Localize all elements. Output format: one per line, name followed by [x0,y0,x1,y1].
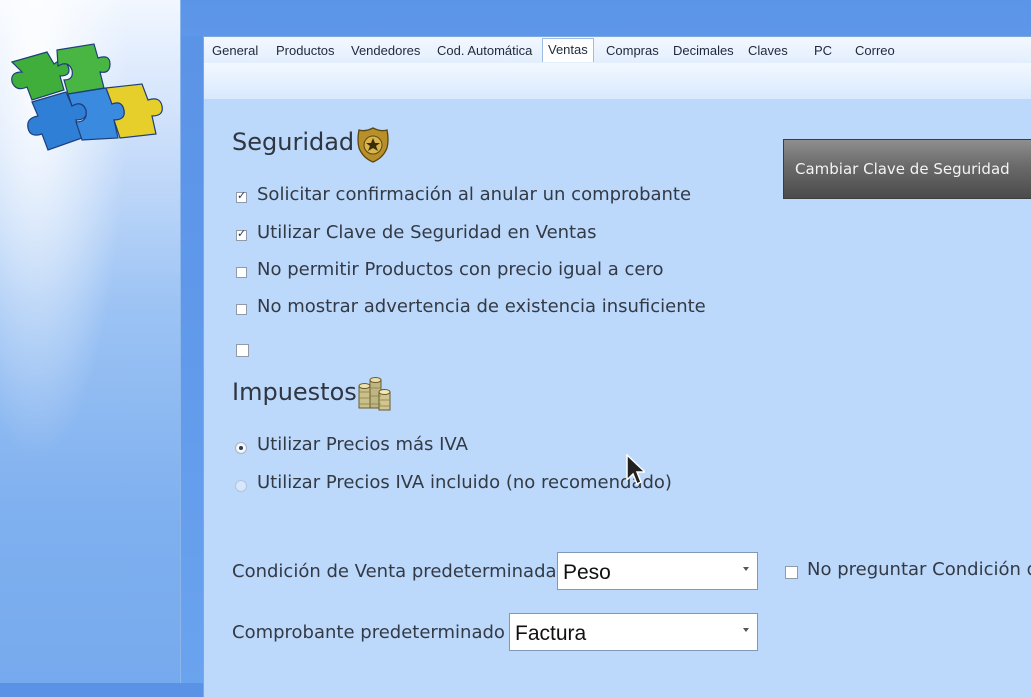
chk-clave-seguridad-ventas[interactable] [236,227,247,241]
chevron-down-icon[interactable] [743,628,749,632]
chevron-down-icon[interactable] [743,567,749,571]
tab-claves[interactable]: Claves [748,43,788,63]
sidebar [0,0,181,683]
puzzle-logo-icon [10,43,163,151]
tab-content-header [204,63,1031,99]
chk-existencia-insuficiente[interactable] [236,304,247,315]
tab-compras[interactable]: Compras [606,43,659,63]
comprobante-select[interactable]: Factura [509,613,758,651]
tab-strip: General Productos Vendedores Cod. Automá… [204,37,1031,64]
tab-vendedores[interactable]: Vendedores [351,43,420,63]
opt-no-preguntar-condicion: No preguntar Condición de [807,559,1031,580]
tab-decimales[interactable]: Decimales [673,43,734,63]
condicion-venta-select[interactable]: Peso [557,552,758,590]
police-badge-icon [357,127,389,163]
tab-general[interactable]: General [212,43,258,63]
opt-existencia-insuficiente: No mostrar advertencia de existencia ins… [257,296,706,317]
chk-no-preguntar-condicion[interactable] [785,566,798,579]
opt-precios-iva-incluido: Utilizar Precios IVA incluido (no recome… [257,472,672,493]
opt-precios-mas-iva: Utilizar Precios más IVA [257,434,468,455]
condicion-venta-label: Condición de Venta predeterminada [232,561,557,582]
chk-confirmar-anular[interactable] [236,189,247,203]
cambiar-clave-button[interactable]: Cambiar Clave de Seguridad [783,139,1031,199]
tab-cod-automatica[interactable]: Cod. Automática [437,43,532,63]
radio-precios-iva-incluido[interactable] [235,480,247,492]
opt-clave-seguridad-ventas: Utilizar Clave de Seguridad en Ventas [257,222,597,243]
opt-precio-cero: No permitir Productos con precio igual a… [257,259,664,280]
comprobante-label: Comprobante predeterminado [232,622,505,643]
condicion-venta-value: Peso [563,561,611,584]
comprobante-value: Factura [515,622,587,645]
radio-precios-mas-iva[interactable] [235,442,247,454]
tab-productos[interactable]: Productos [276,43,335,63]
title-band [181,0,1031,36]
opt-confirmar-anular: Solicitar confirmación al anular un comp… [257,184,692,205]
chk-precio-cero[interactable] [236,267,247,278]
tab-pc[interactable]: PC [814,43,832,63]
tab-correo[interactable]: Correo [855,43,895,63]
coins-icon [358,377,391,411]
mouse-cursor-icon [626,454,645,486]
chk-unlabeled[interactable] [236,344,249,357]
seguridad-title: Seguridad [232,128,355,156]
tab-ventas[interactable]: Ventas [542,38,594,62]
impuestos-title: Impuestos [232,378,357,406]
